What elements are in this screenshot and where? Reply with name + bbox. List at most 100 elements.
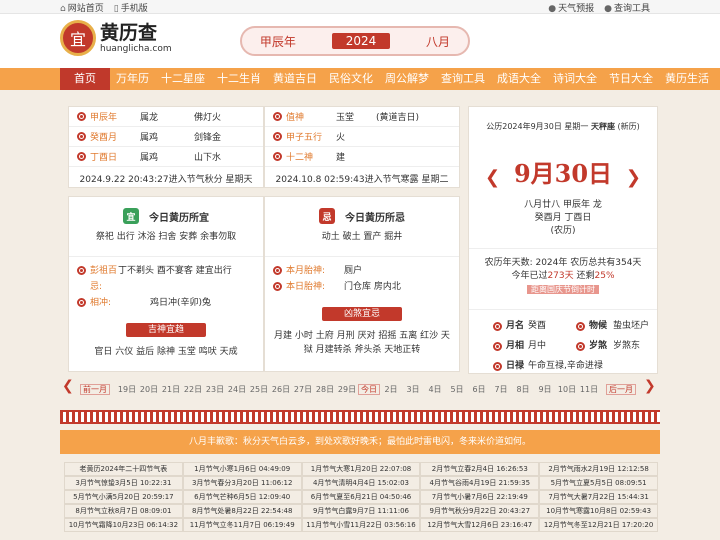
dot-icon xyxy=(77,266,86,275)
table-cell[interactable]: 5月节气小满5月20日 20:59:17 xyxy=(64,490,183,504)
dot-icon xyxy=(493,361,502,371)
lunar-days-line: 农历年天数: 2024年 农历总共有354天 xyxy=(484,258,642,268)
nav-item-calendar[interactable]: 万年历 xyxy=(110,68,155,90)
strip-day[interactable]: 19日 xyxy=(116,384,138,395)
nav-item-idioms[interactable]: 成语大全 xyxy=(491,68,547,90)
nav-item-zodiac[interactable]: 十二星座 xyxy=(155,68,211,90)
strip-day[interactable]: 21日 xyxy=(160,384,182,395)
strip-day[interactable]: 25日 xyxy=(248,384,270,395)
strip-day[interactable]: 6日 xyxy=(468,384,490,395)
strip-day[interactable]: 7日 xyxy=(490,384,512,395)
weather-link[interactable]: ● 天气预报 xyxy=(548,1,594,14)
table-cell[interactable]: 8月节气处暑8月22日 22:54:48 xyxy=(182,504,302,518)
next-day-arrow-icon[interactable]: ❯ xyxy=(626,167,641,188)
strip-day[interactable]: 4日 xyxy=(424,384,446,395)
table-cell[interactable]: 老黄历2024年二十四节气表 xyxy=(64,462,183,476)
yi-items: 祭祀 出行 沐浴 扫舍 安葬 余事勿取 xyxy=(95,232,237,242)
nav-item-auspicious-days[interactable]: 黄道吉日 xyxy=(267,68,323,90)
ji-items: 动土 破土 置产 掘井 xyxy=(321,232,403,242)
logo-seal: 宜 xyxy=(60,20,96,56)
table-cell[interactable]: 12月节气冬至12月21日 17:20:20 xyxy=(539,518,658,532)
table-cell[interactable]: 11月节气小雪11月22日 03:56:16 xyxy=(301,518,421,532)
strip-day[interactable]: 27日 xyxy=(292,384,314,395)
days-passed: 273天 xyxy=(547,271,574,281)
table-cell[interactable]: 10月节气霜降10月23日 06:14:32 xyxy=(64,518,183,532)
strip-day[interactable]: 2日 xyxy=(380,384,402,395)
strip-day[interactable]: 29日 xyxy=(336,384,358,395)
strip-day[interactable]: 24日 xyxy=(226,384,248,395)
main-nav: 首页 万年历 十二星座 十二生肖 黄道吉日 民俗文化 周公解梦 查询工具 成语大… xyxy=(0,68,720,90)
header: 宜 黄历查 huanglicha.com 甲辰年 2024 八月 xyxy=(0,14,720,68)
calendar-header: 公历2024年9月30日 星期一 天秤座 (新历) xyxy=(486,122,640,131)
table-cell[interactable]: 10月节气寒露10月8日 02:59:43 xyxy=(539,504,658,518)
nav-item-poems[interactable]: 诗词大全 xyxy=(547,68,603,90)
tools-link[interactable]: ● 查询工具 xyxy=(604,1,650,14)
lunar-date: 八月廿八 甲辰年 龙 xyxy=(524,200,602,210)
strip-day[interactable]: 10日 xyxy=(556,384,578,395)
nav-item-folk-culture[interactable]: 民俗文化 xyxy=(323,68,379,90)
table-cell[interactable]: 6月节气芒种6月5日 12:09:40 xyxy=(182,490,302,504)
table-cell[interactable]: 4月节气谷雨4月19日 21:59:35 xyxy=(420,476,540,490)
day-info-panel: 值神 玉堂 (黄道吉日) 甲子五行火 十二神建 2024.10.8 02:59:43… xyxy=(264,106,460,188)
mobile-link[interactable]: ▯ 手机版 xyxy=(114,1,148,14)
strip-day[interactable]: 3日 xyxy=(402,384,424,395)
countdown-badge[interactable]: 距离国庆节倒计时 xyxy=(527,285,599,294)
harvest-notice: 八月丰歉歌：秋分天气白云多，到处欢歌好晚禾；最怕此时雷电闪，冬来米价道如何。 xyxy=(60,430,660,454)
dot-icon xyxy=(273,112,282,121)
nav-item-festivals[interactable]: 节日大全 xyxy=(603,68,659,90)
yi-title: 今日黄历所宜 xyxy=(149,212,209,224)
table-cell[interactable]: 2月节气雨水2月19日 12:12:58 xyxy=(539,462,658,476)
day-strip: 前一月 19日 20日 21日 22日 23日 24日 25日 26日 27日 … xyxy=(80,382,640,396)
logo[interactable]: 宜 黄历查 huanglicha.com xyxy=(60,20,172,56)
banner-ganzhi-year: 甲辰年 xyxy=(259,34,296,49)
today-button[interactable]: 今日 xyxy=(358,383,380,395)
yi-panel: 宜今日黄历所宜 祭祀 出行 沐浴 扫舍 安葬 余事勿取 彭祖百忌: 丁不剃头 酉不… xyxy=(68,196,264,372)
table-cell[interactable]: 11月节气立冬11月7日 06:19:49 xyxy=(182,518,302,532)
table-cell[interactable]: 6月节气夏至6月21日 04:50:46 xyxy=(301,490,421,504)
table-cell[interactable]: 5月节气立夏5月5日 08:09:51 xyxy=(539,476,658,490)
lunar-tag: (农历) xyxy=(550,226,576,236)
strip-day[interactable]: 26日 xyxy=(270,384,292,395)
prev-day-arrow-icon[interactable]: ❮ xyxy=(485,167,500,188)
strip-day[interactable]: 28日 xyxy=(314,384,336,395)
strip-day[interactable]: 8日 xyxy=(512,384,534,395)
strip-day[interactable]: 23日 xyxy=(204,384,226,395)
table-cell[interactable]: 9月节气白露9月7日 11:11:06 xyxy=(301,504,421,518)
dot-icon xyxy=(273,132,282,141)
nav-item-tools[interactable]: 查询工具 xyxy=(435,68,491,90)
strip-prev-arrow-icon[interactable]: ❮ xyxy=(62,378,74,394)
strip-day[interactable]: 20日 xyxy=(138,384,160,395)
next-month-button[interactable]: 后一月 xyxy=(606,383,636,395)
table-cell[interactable]: 4月节气清明4月4日 15:02:03 xyxy=(301,476,421,490)
table-cell[interactable]: 7月节气小暑7月6日 22:19:49 xyxy=(420,490,540,504)
table-cell[interactable]: 3月节气惊蛰3月5日 10:22:31 xyxy=(64,476,183,490)
strip-next-arrow-icon[interactable]: ❯ xyxy=(644,378,656,394)
nav-item-life[interactable]: 黄历生活 xyxy=(659,68,715,90)
year-info-panel: 甲辰年 属龙 佛灯火 癸酉月 属鸡 剑锋金 丁酉日 属鸡 山下水 2024.9.22 20:… xyxy=(68,106,264,188)
dot-icon xyxy=(576,321,585,331)
table-cell[interactable]: 1月节气小寒1月6日 04:49:09 xyxy=(182,462,302,476)
table-cell[interactable]: 2月节气立春2月4日 16:26:53 xyxy=(420,462,540,476)
table-cell[interactable]: 1月节气大寒1月20日 22:07:08 xyxy=(301,462,421,476)
strip-day[interactable]: 11日 xyxy=(578,384,600,395)
weather-icon: ● xyxy=(548,4,557,14)
strip-day[interactable]: 9日 xyxy=(534,384,556,395)
table-cell[interactable]: 12月节气大雪12月6日 23:16:47 xyxy=(420,518,540,532)
prev-month-button[interactable]: 前一月 xyxy=(80,383,110,395)
day-taishen: 门仓库 房内北 xyxy=(344,282,401,292)
table-cell[interactable]: 7月节气大暑7月22日 15:44:31 xyxy=(539,490,658,504)
xiongsha-title: 凶煞宜忌 xyxy=(322,307,402,321)
home-link[interactable]: ⌂ 网站首页 xyxy=(60,1,104,14)
strip-day[interactable]: 22日 xyxy=(182,384,204,395)
table-cell[interactable]: 8月节气立秋8月7日 08:09:01 xyxy=(64,504,183,518)
info-row: 甲辰年 属龙 佛灯火 xyxy=(69,107,263,127)
nav-item-home[interactable]: 首页 xyxy=(60,68,110,90)
nav-item-shengxiao[interactable]: 十二生肖 xyxy=(211,68,267,90)
table-cell[interactable]: 3月节气春分3月20日 11:06:12 xyxy=(182,476,302,490)
remain-percent: 25% xyxy=(594,271,615,281)
strip-day[interactable]: 5日 xyxy=(446,384,468,395)
constellation-link[interactable]: 天秤座 xyxy=(591,122,615,131)
tools-icon: ● xyxy=(604,4,612,14)
table-cell[interactable]: 9月节气秋分9月22日 20:43:27 xyxy=(420,504,540,518)
nav-item-dream[interactable]: 周公解梦 xyxy=(379,68,435,90)
